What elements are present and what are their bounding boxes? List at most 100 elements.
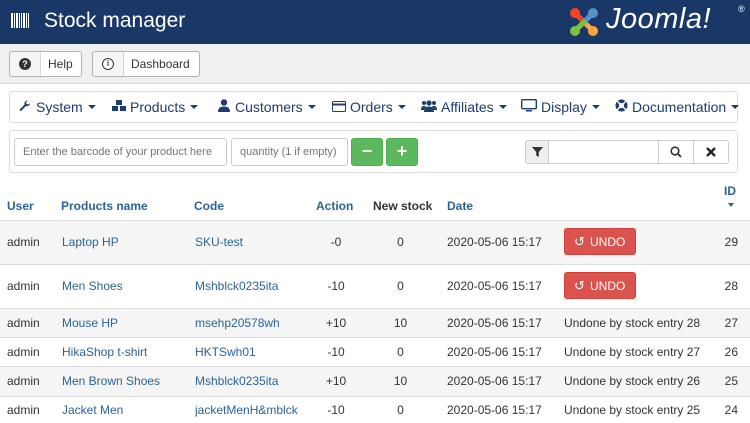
menu-customers[interactable]: Customers — [217, 99, 316, 115]
column-header-code[interactable]: Code — [194, 199, 224, 213]
cell-code[interactable]: jacketMenH&mblck — [189, 400, 304, 420]
increase-stock-button[interactable]: + — [386, 138, 418, 166]
cell-new-stock: 0 — [397, 402, 404, 417]
barcode-entry-bar: − + — [9, 130, 738, 173]
joomla-registered-mark: ® — [738, 4, 745, 14]
cell-id: 26 — [724, 344, 738, 359]
cell-status: Undone by stock entry 26 — [564, 374, 701, 388]
cell-id: 24 — [724, 402, 738, 417]
cell-product-link[interactable]: Jacket Men — [56, 400, 129, 420]
filter-search-input[interactable] — [548, 140, 659, 164]
cell-new-stock: 0 — [397, 279, 404, 293]
cell-date: 2020-05-06 15:17 — [447, 235, 542, 249]
menu-products[interactable]: Products — [112, 99, 199, 115]
undo-icon: ↺ — [574, 278, 585, 293]
column-header-date[interactable]: Date — [447, 199, 473, 213]
search-button[interactable] — [658, 140, 694, 164]
cell-product-link[interactable]: Laptop HP — [56, 232, 125, 252]
plus-icon: + — [396, 141, 408, 161]
barcode-input[interactable] — [14, 138, 227, 166]
column-header-product[interactable]: Products name — [61, 199, 148, 213]
cubes-icon — [112, 100, 126, 115]
chevron-down-icon — [591, 105, 600, 109]
close-icon — [706, 147, 716, 157]
sort-desc-icon — [728, 203, 734, 207]
cell-action: +10 — [325, 315, 347, 330]
column-header-action[interactable]: Action — [316, 199, 353, 213]
help-button[interactable]: ? Help — [9, 51, 82, 77]
clear-filter-button[interactable] — [693, 140, 729, 164]
cell-user: admin — [7, 315, 40, 330]
minus-icon: − — [361, 141, 373, 161]
cell-product-link[interactable]: Men Shoes — [56, 276, 129, 296]
cell-status: Undone by stock entry 28 — [564, 315, 701, 330]
menu-documentation-label: Documentation — [632, 99, 727, 115]
chevron-down-icon — [190, 105, 199, 109]
column-header-new-stock: New stock — [373, 199, 433, 213]
cell-new-stock: 0 — [397, 235, 404, 249]
chevron-down-icon — [498, 105, 507, 109]
menu-orders-label: Orders — [350, 99, 393, 115]
cell-id: 29 — [724, 235, 738, 249]
chevron-down-icon — [307, 105, 316, 109]
undo-button[interactable]: ↺ UNDO — [564, 272, 636, 299]
cell-new-stock: 10 — [393, 374, 408, 388]
user-icon — [217, 99, 231, 115]
column-header-id[interactable]: ID — [724, 184, 736, 198]
help-button-label: Help — [48, 57, 73, 71]
undo-button-label: UNDO — [590, 279, 626, 293]
cell-id: 28 — [724, 279, 738, 293]
joomla-brand-text[interactable]: Joomla! — [606, 3, 711, 36]
cell-id: 25 — [724, 374, 738, 388]
menu-system-label: System — [36, 99, 83, 115]
chevron-down-icon — [397, 105, 406, 109]
cell-product-link[interactable]: Men Brown Shoes — [56, 371, 166, 391]
cell-action: -10 — [327, 344, 345, 359]
page-title: Stock manager — [44, 9, 186, 32]
decrease-stock-button[interactable]: − — [351, 138, 383, 166]
cell-action: -0 — [330, 235, 342, 249]
menu-affiliates[interactable]: Affiliates — [421, 99, 507, 115]
undo-button-label: UNDO — [590, 235, 626, 249]
cell-code[interactable]: SKU-test — [189, 232, 249, 252]
menu-system[interactable]: System — [18, 99, 96, 115]
cell-product-link[interactable]: Mouse HP — [56, 313, 124, 333]
cell-action: +10 — [325, 374, 347, 388]
chevron-down-icon — [87, 105, 96, 109]
cell-code[interactable]: Mshblck0235ita — [189, 276, 284, 296]
cell-action: -10 — [327, 402, 345, 417]
cell-date: 2020-05-06 15:17 — [447, 279, 542, 293]
cell-code[interactable]: HKTSwh01 — [189, 342, 262, 362]
main-menu: System Products Customers Orders Affilia… — [9, 91, 740, 123]
menu-display[interactable]: Display — [520, 98, 600, 115]
cell-date: 2020-05-06 15:17 — [447, 315, 542, 330]
filter-icon-addon — [525, 140, 549, 164]
cell-user: admin — [7, 374, 40, 388]
cell-status: Undone by stock entry 25 — [564, 402, 701, 417]
cell-status: Undone by stock entry 27 — [564, 344, 701, 359]
undo-button[interactable]: ↺ UNDO — [564, 228, 636, 255]
cell-code[interactable]: Mshblck0235ita — [189, 371, 284, 391]
cell-user: admin — [7, 402, 40, 417]
users-icon — [421, 100, 437, 115]
cell-new-stock: 0 — [397, 344, 404, 359]
cell-user: admin — [7, 344, 40, 359]
cell-new-stock: 10 — [393, 315, 408, 330]
dashboard-button[interactable]: i Dashboard — [92, 51, 200, 77]
menu-documentation[interactable]: Documentation — [614, 99, 740, 115]
cell-user: admin — [7, 279, 40, 293]
menu-customers-label: Customers — [235, 99, 303, 115]
menu-orders[interactable]: Orders — [332, 99, 406, 115]
cell-date: 2020-05-06 15:17 — [447, 402, 542, 417]
menu-products-label: Products — [130, 99, 186, 115]
column-header-user[interactable]: User — [7, 199, 34, 213]
menu-affiliates-label: Affiliates — [441, 99, 494, 115]
quantity-input[interactable] — [231, 138, 348, 166]
menu-display-label: Display — [541, 99, 587, 115]
cell-product-link[interactable]: HikaShop t-shirt — [56, 342, 153, 362]
cell-code[interactable]: msehp20578wh — [189, 313, 286, 333]
cell-user: admin — [7, 235, 40, 249]
filter-icon — [532, 147, 543, 157]
question-circle-icon: ? — [19, 58, 31, 70]
undo-icon: ↺ — [574, 234, 585, 249]
